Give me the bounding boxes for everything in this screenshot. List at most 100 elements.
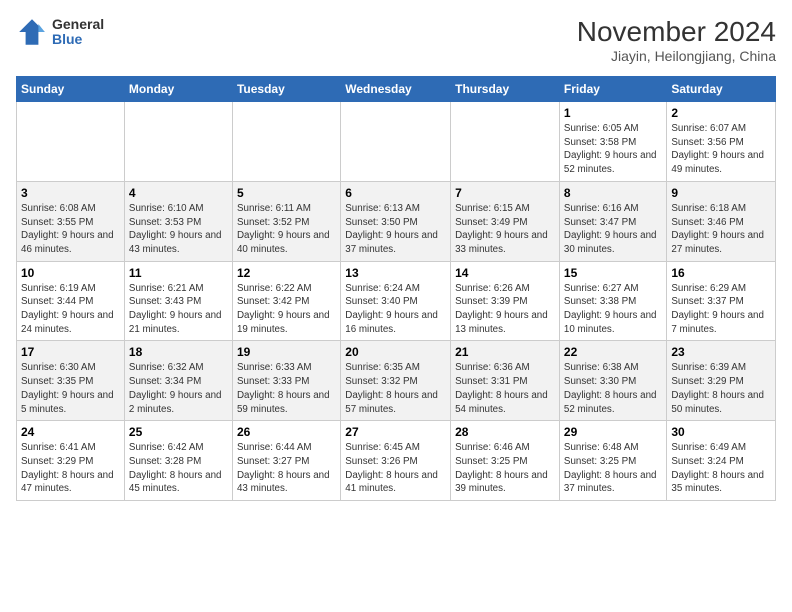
day-number: 16 bbox=[671, 266, 771, 280]
day-number: 6 bbox=[345, 186, 446, 200]
calendar-cell: 23 Sunrise: 6:39 AM Sunset: 3:29 PM Dayli… bbox=[667, 341, 776, 421]
calendar-week-4: 17 Sunrise: 6:30 AM Sunset: 3:35 PM Dayli… bbox=[17, 341, 776, 421]
day-number: 21 bbox=[455, 345, 555, 359]
calendar-cell: 26Sunrise: 6:44 AM Sunset: 3:27 PM Dayli… bbox=[232, 421, 340, 501]
day-number: 26 bbox=[237, 425, 336, 439]
day-number: 18 bbox=[129, 345, 228, 359]
day-info: Sunrise: 6:29 AM Sunset: 3:37 PM Dayligh… bbox=[671, 282, 771, 337]
day-info: Sunrise: 6:13 AM Sunset: 3:50 PM Dayligh… bbox=[345, 202, 446, 257]
day-info: Sunrise: 6:42 AM Sunset: 3:28 PM Dayligh… bbox=[129, 441, 228, 496]
day-number: 11 bbox=[129, 266, 228, 280]
calendar-cell: 24Sunrise: 6:41 AM Sunset: 3:29 PM Dayli… bbox=[17, 421, 125, 501]
day-info: Sunrise: 6:45 AM Sunset: 3:26 PM Dayligh… bbox=[345, 441, 446, 496]
header-wednesday: Wednesday bbox=[341, 77, 451, 102]
day-number: 20 bbox=[345, 345, 446, 359]
calendar-cell: 8 Sunrise: 6:16 AM Sunset: 3:47 PM Daylig… bbox=[559, 181, 666, 261]
logo: General Blue bbox=[16, 16, 104, 48]
day-info: Sunrise: 6:30 AM Sunset: 3:35 PM Dayligh… bbox=[21, 361, 120, 416]
logo-blue-label: Blue bbox=[52, 32, 104, 47]
month-year-title: November 2024 bbox=[577, 16, 776, 48]
calendar-cell: 22 Sunrise: 6:38 AM Sunset: 3:30 PM Dayli… bbox=[559, 341, 666, 421]
calendar-cell: 5Sunrise: 6:11 AM Sunset: 3:52 PM Daylig… bbox=[232, 181, 340, 261]
day-info: Sunrise: 6:36 AM Sunset: 3:31 PM Dayligh… bbox=[455, 361, 555, 416]
header-saturday: Saturday bbox=[667, 77, 776, 102]
day-number: 4 bbox=[129, 186, 228, 200]
day-number: 2 bbox=[671, 106, 771, 120]
header-row: Sunday Monday Tuesday Wednesday Thursday… bbox=[17, 77, 776, 102]
day-info: Sunrise: 6:33 AM Sunset: 3:33 PM Dayligh… bbox=[237, 361, 336, 416]
day-number: 13 bbox=[345, 266, 446, 280]
day-info: Sunrise: 6:07 AM Sunset: 3:56 PM Dayligh… bbox=[671, 122, 771, 177]
calendar-cell: 12 Sunrise: 6:22 AM Sunset: 3:42 PM Dayli… bbox=[232, 261, 340, 341]
calendar-cell: 13 Sunrise: 6:24 AM Sunset: 3:40 PM Dayli… bbox=[341, 261, 451, 341]
calendar-week-5: 24Sunrise: 6:41 AM Sunset: 3:29 PM Dayli… bbox=[17, 421, 776, 501]
calendar-week-3: 10 Sunrise: 6:19 AM Sunset: 3:44 PM Dayli… bbox=[17, 261, 776, 341]
page-header: General Blue November 2024 Jiayin, Heilo… bbox=[16, 16, 776, 64]
location-subtitle: Jiayin, Heilongjiang, China bbox=[577, 48, 776, 64]
day-info: Sunrise: 6:38 AM Sunset: 3:30 PM Dayligh… bbox=[564, 361, 662, 416]
calendar-cell: 14Sunrise: 6:26 AM Sunset: 3:39 PM Dayli… bbox=[451, 261, 560, 341]
day-number: 8 bbox=[564, 186, 662, 200]
header-sunday: Sunday bbox=[17, 77, 125, 102]
calendar-cell: 4Sunrise: 6:10 AM Sunset: 3:53 PM Daylig… bbox=[124, 181, 232, 261]
calendar-cell: 25Sunrise: 6:42 AM Sunset: 3:28 PM Dayli… bbox=[124, 421, 232, 501]
calendar-cell: 2 Sunrise: 6:07 AM Sunset: 3:56 PM Daylig… bbox=[667, 102, 776, 182]
day-info: Sunrise: 6:49 AM Sunset: 3:24 PM Dayligh… bbox=[671, 441, 771, 496]
calendar-cell bbox=[451, 102, 560, 182]
day-info: Sunrise: 6:15 AM Sunset: 3:49 PM Dayligh… bbox=[455, 202, 555, 257]
header-tuesday: Tuesday bbox=[232, 77, 340, 102]
calendar-cell bbox=[124, 102, 232, 182]
calendar-week-1: 1Sunrise: 6:05 AM Sunset: 3:58 PM Daylig… bbox=[17, 102, 776, 182]
day-number: 14 bbox=[455, 266, 555, 280]
day-info: Sunrise: 6:24 AM Sunset: 3:40 PM Dayligh… bbox=[345, 282, 446, 337]
logo-text: General Blue bbox=[52, 17, 104, 48]
logo-icon bbox=[16, 16, 48, 48]
title-block: November 2024 Jiayin, Heilongjiang, Chin… bbox=[577, 16, 776, 64]
day-number: 28 bbox=[455, 425, 555, 439]
calendar-cell: 20 Sunrise: 6:35 AM Sunset: 3:32 PM Dayli… bbox=[341, 341, 451, 421]
day-info: Sunrise: 6:22 AM Sunset: 3:42 PM Dayligh… bbox=[237, 282, 336, 337]
day-number: 19 bbox=[237, 345, 336, 359]
day-info: Sunrise: 6:19 AM Sunset: 3:44 PM Dayligh… bbox=[21, 282, 120, 337]
day-number: 27 bbox=[345, 425, 446, 439]
calendar-cell: 10 Sunrise: 6:19 AM Sunset: 3:44 PM Dayli… bbox=[17, 261, 125, 341]
day-number: 10 bbox=[21, 266, 120, 280]
day-info: Sunrise: 6:48 AM Sunset: 3:25 PM Dayligh… bbox=[564, 441, 662, 496]
day-number: 17 bbox=[21, 345, 120, 359]
day-info: Sunrise: 6:08 AM Sunset: 3:55 PM Dayligh… bbox=[21, 202, 120, 257]
calendar-cell: 6 Sunrise: 6:13 AM Sunset: 3:50 PM Daylig… bbox=[341, 181, 451, 261]
day-number: 23 bbox=[671, 345, 771, 359]
day-number: 7 bbox=[455, 186, 555, 200]
calendar-cell: 17 Sunrise: 6:30 AM Sunset: 3:35 PM Dayli… bbox=[17, 341, 125, 421]
calendar-cell: 15 Sunrise: 6:27 AM Sunset: 3:38 PM Dayli… bbox=[559, 261, 666, 341]
logo-general-label: General bbox=[52, 17, 104, 32]
calendar-cell: 7 Sunrise: 6:15 AM Sunset: 3:49 PM Daylig… bbox=[451, 181, 560, 261]
header-friday: Friday bbox=[559, 77, 666, 102]
calendar-cell: 19 Sunrise: 6:33 AM Sunset: 3:33 PM Dayli… bbox=[232, 341, 340, 421]
header-monday: Monday bbox=[124, 77, 232, 102]
day-number: 15 bbox=[564, 266, 662, 280]
day-info: Sunrise: 6:11 AM Sunset: 3:52 PM Dayligh… bbox=[237, 202, 336, 257]
day-info: Sunrise: 6:21 AM Sunset: 3:43 PM Dayligh… bbox=[129, 282, 228, 337]
calendar-cell: 9Sunrise: 6:18 AM Sunset: 3:46 PM Daylig… bbox=[667, 181, 776, 261]
day-number: 3 bbox=[21, 186, 120, 200]
day-number: 30 bbox=[671, 425, 771, 439]
calendar-cell: 11 Sunrise: 6:21 AM Sunset: 3:43 PM Dayli… bbox=[124, 261, 232, 341]
calendar-cell bbox=[341, 102, 451, 182]
calendar-cell: 29Sunrise: 6:48 AM Sunset: 3:25 PM Dayli… bbox=[559, 421, 666, 501]
calendar-cell: 16 Sunrise: 6:29 AM Sunset: 3:37 PM Dayli… bbox=[667, 261, 776, 341]
day-number: 22 bbox=[564, 345, 662, 359]
calendar-cell: 27 Sunrise: 6:45 AM Sunset: 3:26 PM Dayli… bbox=[341, 421, 451, 501]
day-info: Sunrise: 6:39 AM Sunset: 3:29 PM Dayligh… bbox=[671, 361, 771, 416]
day-number: 12 bbox=[237, 266, 336, 280]
day-info: Sunrise: 6:35 AM Sunset: 3:32 PM Dayligh… bbox=[345, 361, 446, 416]
calendar-body: 1Sunrise: 6:05 AM Sunset: 3:58 PM Daylig… bbox=[17, 102, 776, 501]
calendar-cell: 1Sunrise: 6:05 AM Sunset: 3:58 PM Daylig… bbox=[559, 102, 666, 182]
day-info: Sunrise: 6:16 AM Sunset: 3:47 PM Dayligh… bbox=[564, 202, 662, 257]
day-number: 24 bbox=[21, 425, 120, 439]
calendar-cell: 30 Sunrise: 6:49 AM Sunset: 3:24 PM Dayli… bbox=[667, 421, 776, 501]
calendar-cell bbox=[232, 102, 340, 182]
day-info: Sunrise: 6:27 AM Sunset: 3:38 PM Dayligh… bbox=[564, 282, 662, 337]
calendar-cell: 21 Sunrise: 6:36 AM Sunset: 3:31 PM Dayli… bbox=[451, 341, 560, 421]
day-info: Sunrise: 6:05 AM Sunset: 3:58 PM Dayligh… bbox=[564, 122, 662, 177]
